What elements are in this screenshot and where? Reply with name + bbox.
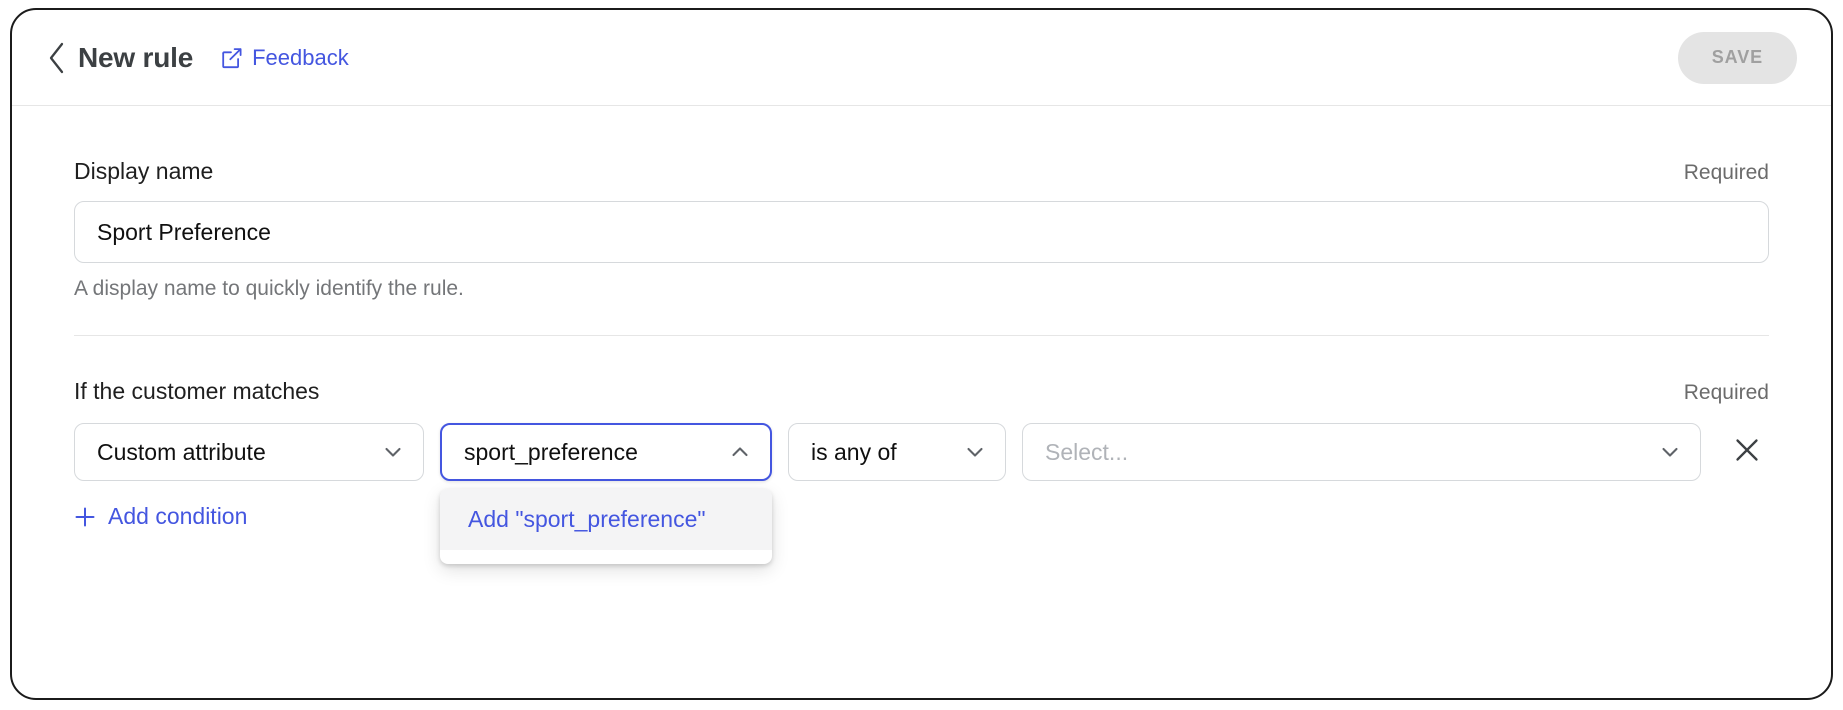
- operator-value: is any of: [811, 438, 897, 465]
- conditions-label: If the customer matches: [74, 378, 320, 404]
- back-button[interactable]: [40, 41, 74, 75]
- close-icon: [1733, 436, 1761, 469]
- conditions-section: If the customer matches Required Custom …: [74, 336, 1769, 564]
- condition-value-placeholder: Select...: [1045, 438, 1129, 465]
- save-button[interactable]: SAVE: [1677, 31, 1797, 84]
- attribute-field-dropdown: Add "sport_preference": [440, 489, 772, 564]
- add-condition-label: Add condition: [108, 503, 248, 529]
- external-link-icon: [221, 47, 243, 69]
- display-name-required-badge: Required: [1683, 161, 1769, 184]
- feedback-link[interactable]: Feedback: [221, 45, 349, 71]
- chevron-left-icon: [46, 41, 68, 75]
- display-name-label-row: Display name Required: [74, 158, 1769, 185]
- rule-editor-window: New rule Feedback SAVE Display name Requ…: [10, 8, 1833, 700]
- attribute-type-select[interactable]: Custom attribute: [74, 423, 424, 481]
- attribute-field-value: sport_preference: [464, 438, 638, 465]
- operator-select[interactable]: is any of: [788, 423, 1006, 481]
- attribute-field-combobox[interactable]: sport_preference: [440, 423, 772, 481]
- rule-form: Display name Required Sport Preference A…: [12, 106, 1831, 564]
- dropdown-item-add-attribute[interactable]: Add "sport_preference": [440, 489, 772, 550]
- conditions-required-badge: Required: [1683, 381, 1769, 404]
- plus-icon: [74, 506, 96, 528]
- chevron-up-icon: [728, 440, 752, 464]
- chevron-down-icon: [381, 440, 405, 464]
- display-name-input[interactable]: Sport Preference: [74, 201, 1769, 263]
- condition-value-select[interactable]: Select...: [1022, 423, 1701, 481]
- remove-condition-button[interactable]: [1725, 430, 1769, 474]
- attribute-type-value: Custom attribute: [97, 438, 266, 465]
- condition-row: Custom attribute sport_preference is any…: [74, 423, 1769, 564]
- chevron-down-icon: [1658, 440, 1682, 464]
- display-name-label: Display name: [74, 158, 214, 184]
- feedback-label: Feedback: [252, 44, 349, 70]
- page-title: New rule: [78, 41, 194, 73]
- chevron-down-icon: [963, 440, 987, 464]
- display-name-helper-text: A display name to quickly identify the r…: [74, 277, 464, 300]
- add-condition-button[interactable]: Add condition: [74, 503, 247, 530]
- display-name-input-value: Sport Preference: [97, 218, 271, 245]
- conditions-label-row: If the customer matches Required: [74, 378, 1769, 405]
- display-name-section: Display name Required Sport Preference A…: [74, 106, 1769, 336]
- page-header: New rule Feedback SAVE: [12, 10, 1831, 106]
